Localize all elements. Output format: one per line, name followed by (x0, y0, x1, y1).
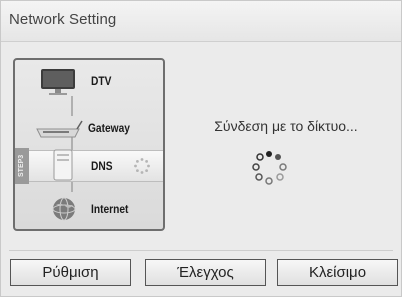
globe-icon (51, 196, 77, 227)
connection-steps-panel: DTV Gateway STEP3 DNS Internet (13, 58, 165, 231)
close-button[interactable]: Κλείσιμο (277, 259, 398, 286)
step-loading-icon (133, 157, 151, 180)
network-setting-dialog: Network Setting DTV Gateway STEP3 DNS In… (0, 0, 402, 297)
step-label-dtv: DTV (91, 74, 112, 88)
router-icon (35, 119, 83, 146)
setup-button[interactable]: Ρύθμιση (10, 259, 131, 286)
title-bar: Network Setting (1, 1, 401, 42)
step-dns: STEP3 DNS (15, 148, 163, 184)
step-label-internet: Internet (91, 202, 129, 216)
step-label-gateway: Gateway (88, 121, 130, 135)
step-label-dns: DNS (91, 159, 113, 173)
step-gateway: Gateway (15, 113, 163, 143)
server-icon (53, 149, 73, 186)
connection-status-text: Σύνδεση με το δίκτυο... (214, 118, 358, 134)
test-button[interactable]: Έλεγχος (145, 259, 266, 286)
tv-icon (39, 68, 79, 103)
step-number-tab: STEP3 (15, 148, 29, 184)
dialog-title: Network Setting (9, 11, 117, 28)
step-dtv: DTV (15, 66, 163, 96)
footer-divider (9, 250, 393, 251)
loading-spinner-icon (247, 147, 291, 191)
step-internet: Internet (15, 194, 163, 224)
